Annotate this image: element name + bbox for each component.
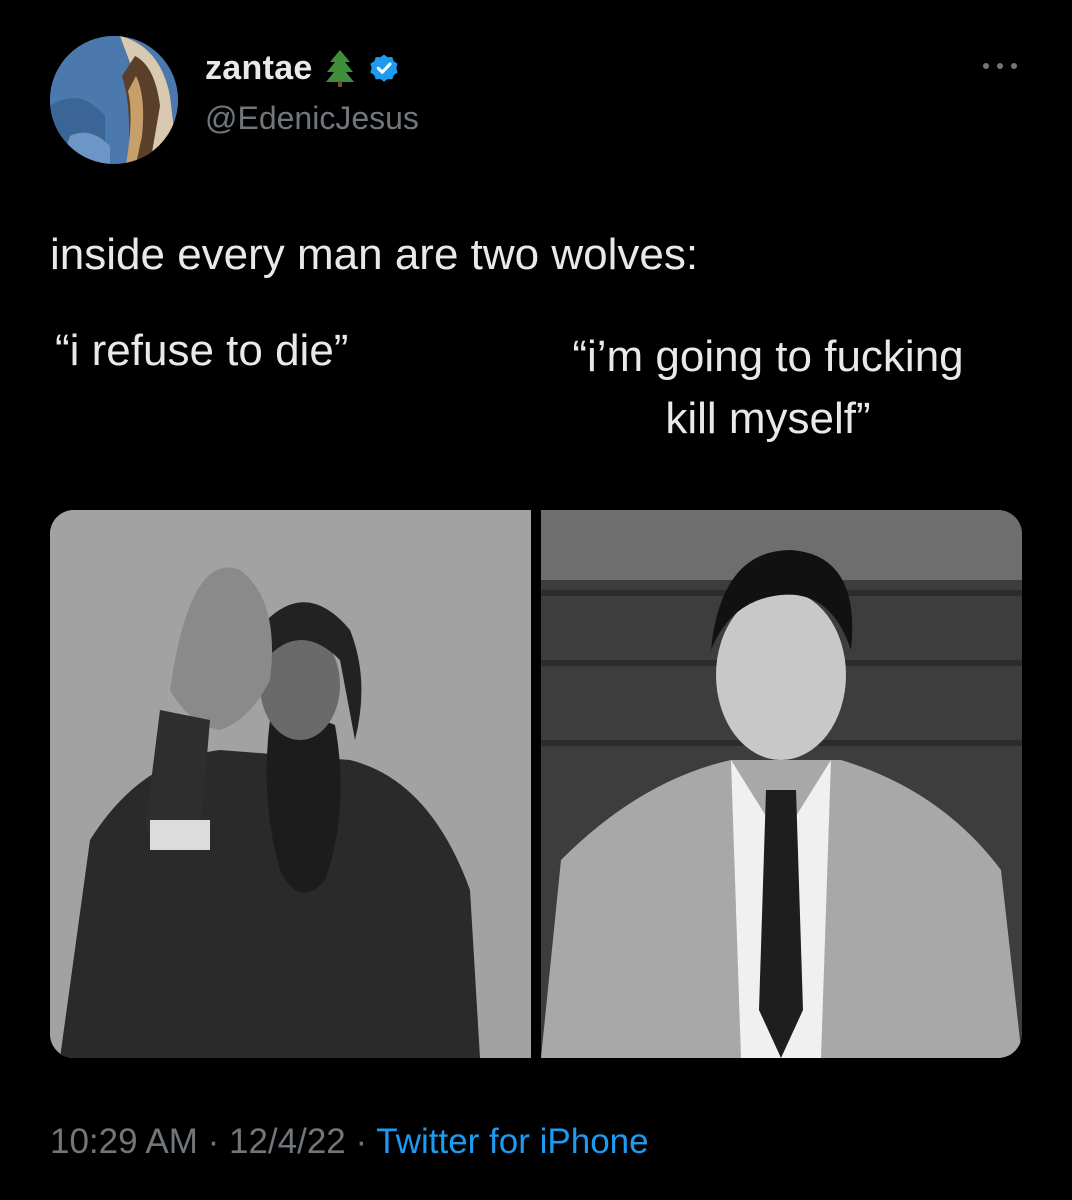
more-options-icon[interactable] xyxy=(980,56,1020,76)
photo-bearded-man[interactable] xyxy=(50,510,531,1058)
tweet-quote-right-line2: kill myself” xyxy=(665,394,871,443)
tweet-date[interactable]: 12/4/22 xyxy=(229,1122,346,1161)
tweet-quote-left: “i refuse to die” xyxy=(55,326,349,375)
tweet-time[interactable]: 10:29 AM xyxy=(50,1122,198,1161)
author-handle[interactable]: @EdenicJesus xyxy=(205,100,419,137)
tweet-text: inside every man are two wolves: xyxy=(50,230,699,279)
avatar-image xyxy=(50,36,178,164)
verified-badge-icon xyxy=(367,51,401,85)
author-display-name[interactable]: zantae xyxy=(205,49,313,88)
tweet-meta: 10:29 AM · 12/4/22 · Twitter for iPhone xyxy=(50,1122,649,1162)
tweet-quote-right: “i’m going to fucking kill myself” xyxy=(508,326,1028,450)
author-name-row[interactable]: zantae xyxy=(205,48,401,88)
meta-separator: · xyxy=(345,1122,377,1161)
avatar[interactable] xyxy=(50,36,178,164)
photo-man-in-suit[interactable] xyxy=(541,510,1022,1058)
meta-separator: · xyxy=(197,1122,229,1161)
tweet-quote-right-line1: “i’m going to fucking xyxy=(572,332,964,381)
evergreen-tree-icon xyxy=(325,48,355,88)
tweet-source-link[interactable]: Twitter for iPhone xyxy=(376,1122,648,1161)
